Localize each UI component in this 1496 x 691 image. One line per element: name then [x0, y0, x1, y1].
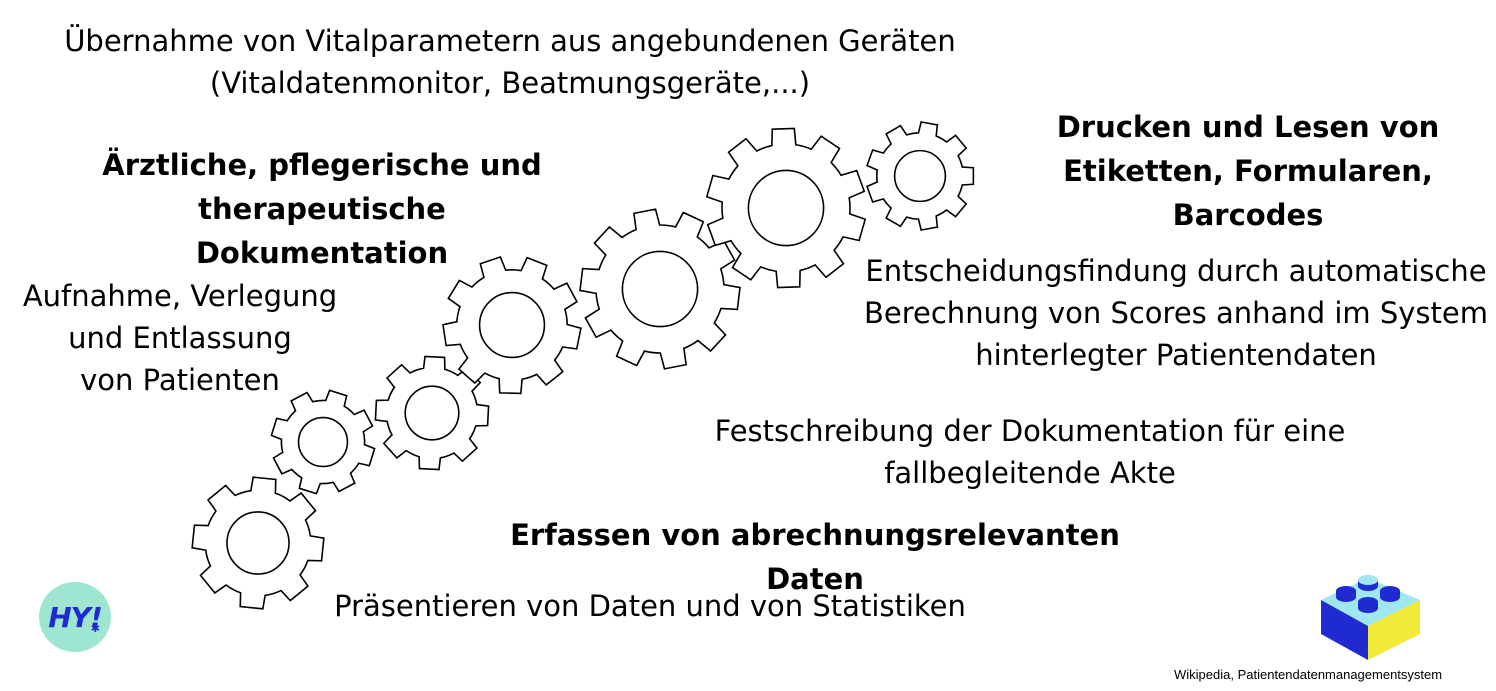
sparkle-icon: ✱ — [90, 622, 100, 635]
text-drucken: Drucken und Lesen von Etiketten, Formula… — [1056, 110, 1440, 232]
gear-hole — [297, 416, 349, 468]
gear-hole — [747, 169, 825, 247]
gear-hole — [404, 385, 460, 441]
gear-hole — [893, 149, 947, 203]
text-vitalparameter: Übernahme von Vitalparametern aus angebu… — [64, 24, 956, 100]
text-aufnahme: Aufnahme, Verlegung und Entlassung von P… — [22, 279, 338, 397]
text-praesentieren: Präsentieren von Daten und von Statistik… — [334, 589, 966, 623]
text-entscheidungsfindung: Entscheidungsfindung durch automatische … — [864, 254, 1488, 372]
text-dokumentation: Ärztliche, pflegerische und therapeutisc… — [102, 148, 542, 270]
lego-brick-icon — [1321, 575, 1420, 660]
text-festschreibung: Festschreibung der Dokumentation für ein… — [714, 414, 1346, 490]
source-credit: Wikipedia, Patientendatenmanagementsyste… — [1174, 667, 1443, 682]
gear-hole — [478, 291, 546, 359]
gear-hole — [226, 511, 290, 575]
hy-logo: HY! ✱ — [39, 582, 111, 652]
